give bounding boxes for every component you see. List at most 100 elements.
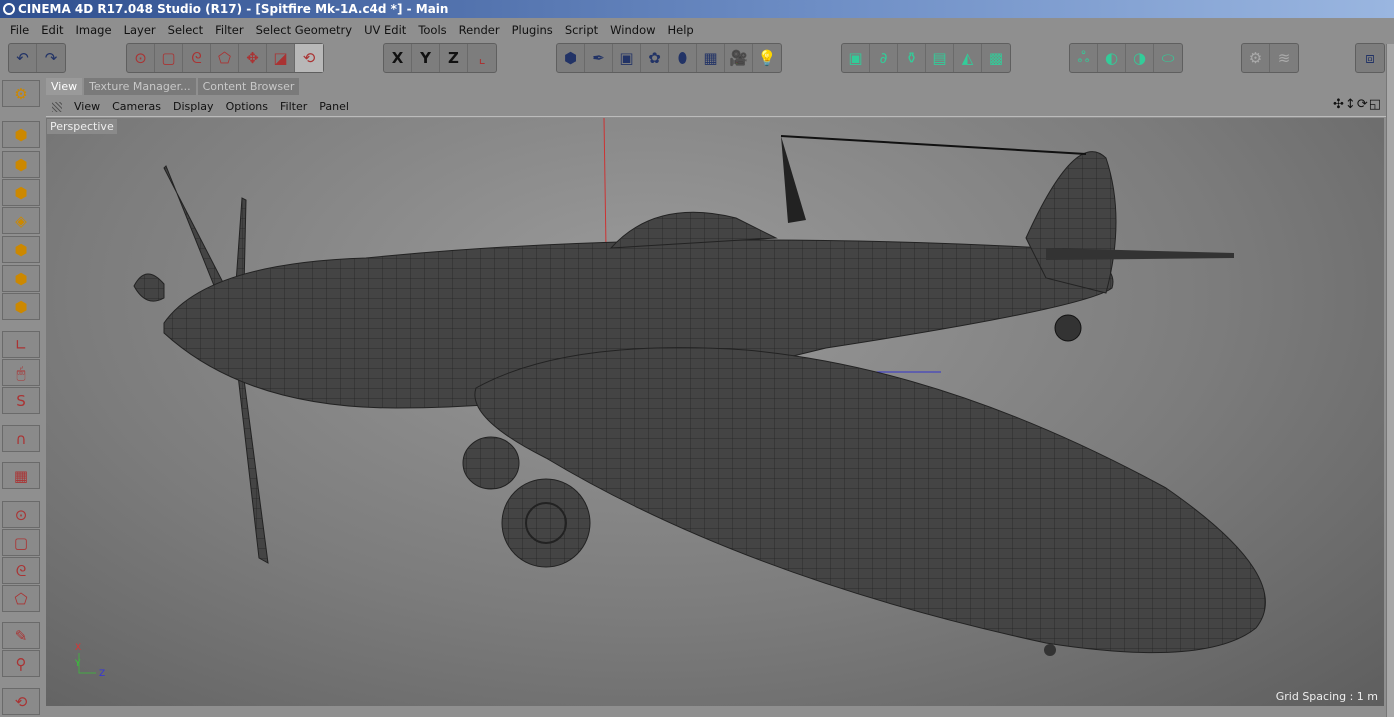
cloner-icon[interactable]: ✿ xyxy=(641,44,669,72)
generators-tool-group: ▣ ∂ ⚱ ▤ ◭ ▩ xyxy=(841,43,1011,73)
floor-icon[interactable]: ▦ xyxy=(697,44,725,72)
layout-tool-group: ⧈ xyxy=(1355,43,1385,73)
viewport-menu-cameras[interactable]: Cameras xyxy=(106,100,167,113)
bezier-icon[interactable]: ▩ xyxy=(982,44,1010,72)
scale-icon[interactable]: ◪ xyxy=(267,44,295,72)
loft-icon[interactable]: ▤ xyxy=(926,44,954,72)
x-axis-icon[interactable]: X xyxy=(384,44,412,72)
points-mode-icon[interactable]: ⬢ xyxy=(2,236,40,263)
menu-help[interactable]: Help xyxy=(662,23,700,37)
subdivision-icon[interactable]: ▣ xyxy=(613,44,641,72)
menu-file[interactable]: File xyxy=(4,23,35,37)
light-icon[interactable]: 💡 xyxy=(753,44,781,72)
z-axis-icon[interactable]: Z xyxy=(440,44,468,72)
viewport-menu-view[interactable]: View xyxy=(68,100,106,113)
solo-icon[interactable]: S xyxy=(2,387,40,414)
object-mode-icon[interactable]: ⬢ xyxy=(2,151,40,178)
viewport-menu-filter[interactable]: Filter xyxy=(274,100,313,113)
menu-image[interactable]: Image xyxy=(70,23,118,37)
metaball-icon[interactable]: ஃ xyxy=(1070,44,1098,72)
pen-icon[interactable]: ✒ xyxy=(585,44,613,72)
camera-icon[interactable]: 🎥 xyxy=(725,44,753,72)
menu-bar: File Edit Image Layer Select Filter Select Geo… xyxy=(0,19,1394,41)
cinema4d-logo-icon xyxy=(3,3,15,15)
menu-uv-edit[interactable]: UV Edit xyxy=(358,23,412,37)
extrude-icon[interactable]: ▣ xyxy=(842,44,870,72)
make-editable-icon[interactable]: ⚙ xyxy=(2,80,40,107)
layout-icon[interactable]: ⧈ xyxy=(1356,44,1384,72)
menu-layer[interactable]: Layer xyxy=(118,23,162,37)
tab-texture-manager-[interactable]: Texture Manager... xyxy=(84,78,196,95)
tools-tool-group: ⊙ ▢ ᘓ ⬠ ✥ ◪ ⟲ xyxy=(126,43,324,73)
redo-icon[interactable]: ↷ xyxy=(37,44,65,72)
polygon-select-icon[interactable]: ⬠ xyxy=(211,44,239,72)
axis-mode-icon[interactable]: ∟ xyxy=(2,331,40,358)
viewport-menu: View Cameras Display Options Filter Panel ✣↕⟳◱ xyxy=(46,97,1386,117)
dynamics-icon[interactable]: ⚙ xyxy=(1242,44,1270,72)
lock-workplane-icon[interactable]: ▦ xyxy=(2,462,40,489)
menu-select[interactable]: Select xyxy=(162,23,209,37)
tab-content-browser[interactable]: Content Browser xyxy=(197,78,300,95)
axis-x-label: X xyxy=(75,643,81,653)
cube-icon[interactable]: ⬢ xyxy=(557,44,585,72)
sweep-icon[interactable]: ∂ xyxy=(870,44,898,72)
workplane-icon[interactable]: ◈ xyxy=(2,207,40,234)
hair-icon[interactable]: ≋ xyxy=(1270,44,1298,72)
modeling-tool-group: ஃ ◐ ◑ ⬭ xyxy=(1069,43,1183,73)
history-tool-group: ↶ ↷ xyxy=(8,43,66,73)
polygons-mode-icon[interactable]: ⬢ xyxy=(2,293,40,320)
polygon-select-icon[interactable]: ⬠ xyxy=(2,585,40,612)
spitfire-model: XY Z xyxy=(74,118,1266,679)
lasso-select-icon[interactable]: ᘓ xyxy=(2,557,40,584)
instance-icon[interactable]: ⬭ xyxy=(1154,44,1182,72)
scrollbar[interactable] xyxy=(1386,44,1394,717)
lasso-select-icon[interactable]: ᘓ xyxy=(183,44,211,72)
symmetry-icon[interactable]: ◑ xyxy=(1126,44,1154,72)
deformer-icon[interactable]: ⬮ xyxy=(669,44,697,72)
axis-y-label: Y xyxy=(74,659,81,669)
disabled-tool-group: ⚙ ≋ xyxy=(1241,43,1299,73)
menu-select-geometry[interactable]: Select Geometry xyxy=(250,23,358,37)
menu-render[interactable]: Render xyxy=(453,23,506,37)
menu-edit[interactable]: Edit xyxy=(35,23,69,37)
menu-window[interactable]: Window xyxy=(604,23,661,37)
texture-mode-icon[interactable]: ⬢ xyxy=(2,179,40,206)
viewport-menu-display[interactable]: Display xyxy=(167,100,220,113)
grid-spacing: Grid Spacing : 1 m xyxy=(1275,690,1378,703)
menu-tools[interactable]: Tools xyxy=(412,23,452,37)
window-title: CINEMA 4D R17.048 Studio (R17) - [Spitfi… xyxy=(18,2,449,16)
y-axis-line xyxy=(603,118,607,249)
menu-plugins[interactable]: Plugins xyxy=(506,23,559,37)
boole-icon[interactable]: ◐ xyxy=(1098,44,1126,72)
live-select-icon[interactable]: ⊙ xyxy=(127,44,155,72)
eyedropper-icon[interactable]: ⚲ xyxy=(2,650,40,677)
menu-script[interactable]: Script xyxy=(559,23,604,37)
tab-view[interactable]: View xyxy=(46,78,83,95)
viewport-nav-icons[interactable]: ✣↕⟳◱ xyxy=(1333,97,1382,112)
rotate-icon[interactable]: ⟲ xyxy=(295,44,323,72)
rectangle-select-icon[interactable]: ▢ xyxy=(2,529,40,556)
axis-z-label: Z xyxy=(99,669,105,679)
model-mode-icon[interactable]: ⬢ xyxy=(2,121,40,148)
rectangle-select-icon[interactable]: ▢ xyxy=(155,44,183,72)
tweak-mode-icon[interactable]: 🖱 xyxy=(2,359,40,386)
coordinate-system-icon[interactable]: ⌞ xyxy=(468,44,496,72)
bend-icon[interactable]: ◭ xyxy=(954,44,982,72)
objects-tool-group: ⬢ ✒ ▣ ✿ ⬮ ▦ 🎥 💡 xyxy=(556,43,782,73)
title-bar: CINEMA 4D R17.048 Studio (R17) - [Spitfi… xyxy=(0,0,1394,18)
snap-icon[interactable]: ∩ xyxy=(2,425,40,452)
viewport-perspective[interactable]: Perspective XYZ Grid Spacing : 1 m xyxy=(46,118,1384,706)
left-toolbar: ⚙ ⬢ ⬢ ⬢ ◈ ⬢ ⬢ ⬢ ∟ 🖱 S ∩ ▦ ⊙ ▢ ᘓ ⬠ ✎ ⚲ ⟲ xyxy=(0,80,44,717)
brush-icon[interactable]: ✎ xyxy=(2,622,40,649)
lathe-icon[interactable]: ⚱ xyxy=(898,44,926,72)
viewport-menu-options[interactable]: Options xyxy=(220,100,274,113)
rotate-icon[interactable]: ⟲ xyxy=(2,688,40,715)
live-select-icon[interactable]: ⊙ xyxy=(2,501,40,528)
move-icon[interactable]: ✥ xyxy=(239,44,267,72)
edges-mode-icon[interactable]: ⬢ xyxy=(2,265,40,292)
grip-handle[interactable] xyxy=(52,101,62,112)
y-axis-icon[interactable]: Y xyxy=(412,44,440,72)
undo-icon[interactable]: ↶ xyxy=(9,44,37,72)
menu-filter[interactable]: Filter xyxy=(209,23,249,37)
viewport-menu-panel[interactable]: Panel xyxy=(313,100,355,113)
